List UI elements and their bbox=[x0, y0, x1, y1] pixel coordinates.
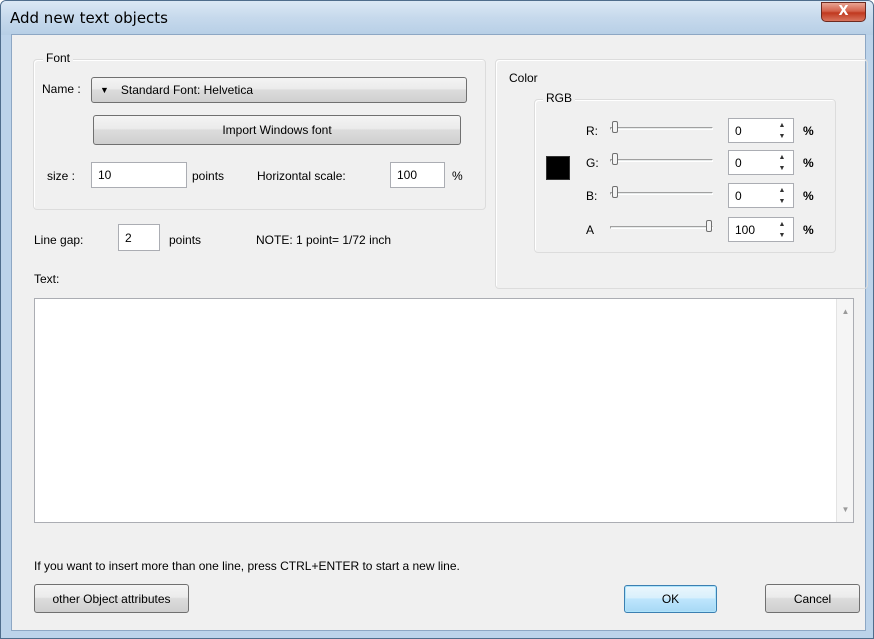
title-bar[interactable]: Add new text objects X bbox=[1, 1, 873, 35]
horizontal-scale-label: Horizontal scale: bbox=[257, 169, 346, 183]
channel-r-input[interactable]: 0 ▲ ▼ bbox=[728, 118, 794, 143]
spin-down-icon[interactable]: ▼ bbox=[774, 163, 790, 174]
channel-b-value: 0 bbox=[735, 188, 742, 203]
channel-r-label: R: bbox=[586, 124, 598, 138]
scroll-up-icon[interactable]: ▲ bbox=[837, 307, 854, 316]
channel-a-value: 100 bbox=[735, 222, 756, 237]
dialog-content: Font Name : ▼ Standard Font: Helvetica I… bbox=[11, 34, 868, 631]
ok-button[interactable]: OK bbox=[624, 585, 717, 613]
point-note: NOTE: 1 point= 1/72 inch bbox=[256, 233, 392, 247]
text-label: Text: bbox=[34, 272, 60, 286]
size-unit-label: points bbox=[192, 169, 225, 183]
text-area-scrollbar[interactable]: ▲ ▼ bbox=[836, 299, 853, 522]
spin-down-icon[interactable]: ▼ bbox=[774, 230, 790, 241]
spin-down-icon[interactable]: ▼ bbox=[774, 196, 790, 207]
channel-g-slider-thumb[interactable] bbox=[612, 153, 618, 165]
dropdown-arrow-icon: ▼ bbox=[100, 85, 109, 95]
channel-b-slider-track[interactable] bbox=[610, 192, 713, 195]
font-name-dropdown[interactable]: ▼ Standard Font: Helvetica bbox=[91, 77, 467, 103]
cancel-button[interactable]: Cancel bbox=[765, 584, 860, 613]
scroll-down-icon[interactable]: ▼ bbox=[837, 505, 854, 514]
channel-r-slider-thumb[interactable] bbox=[612, 121, 618, 133]
channel-g-slider-track[interactable] bbox=[610, 159, 713, 162]
other-object-attributes-button[interactable]: other Object attributes bbox=[34, 584, 189, 613]
channel-b-slider-thumb[interactable] bbox=[612, 186, 618, 198]
size-input[interactable]: 10 bbox=[91, 162, 187, 188]
font-group-label: Font bbox=[43, 51, 74, 65]
multiline-hint: If you want to insert more than one line… bbox=[34, 559, 460, 573]
line-gap-label: Line gap: bbox=[34, 233, 84, 247]
horizontal-scale-input[interactable]: 100 bbox=[390, 162, 445, 188]
channel-r-unit: % bbox=[803, 124, 814, 138]
font-name-label: Name : bbox=[42, 82, 81, 96]
spin-down-icon[interactable]: ▼ bbox=[774, 131, 790, 142]
size-label: size : bbox=[47, 169, 76, 183]
close-button[interactable]: X bbox=[821, 2, 866, 22]
channel-g-input[interactable]: 0 ▲ ▼ bbox=[728, 150, 794, 175]
channel-a-unit: % bbox=[803, 223, 814, 237]
spin-up-icon[interactable]: ▲ bbox=[774, 120, 790, 131]
line-gap-input[interactable]: 2 bbox=[118, 224, 160, 251]
dialog-window: Add new text objects X Font Name : ▼ Sta… bbox=[0, 0, 874, 639]
channel-a-slider-track[interactable] bbox=[610, 226, 713, 229]
spin-up-icon[interactable]: ▲ bbox=[774, 185, 790, 196]
channel-b-label: B: bbox=[586, 189, 598, 203]
spin-up-icon[interactable]: ▲ bbox=[774, 152, 790, 163]
channel-g-value: 0 bbox=[735, 155, 742, 170]
window-title: Add new text objects bbox=[10, 9, 168, 27]
color-swatch bbox=[546, 156, 570, 180]
channel-r-slider-track[interactable] bbox=[610, 127, 713, 130]
text-input-area[interactable]: ▲ ▼ bbox=[34, 298, 854, 523]
channel-g-label: G: bbox=[586, 156, 599, 170]
channel-a-input[interactable]: 100 ▲ ▼ bbox=[728, 217, 794, 242]
channel-a-slider-thumb[interactable] bbox=[706, 220, 712, 232]
horizontal-scale-unit: % bbox=[452, 169, 463, 183]
color-group-label: Color bbox=[506, 71, 541, 85]
line-gap-unit: points bbox=[169, 233, 202, 247]
channel-a-label: A bbox=[586, 223, 595, 237]
rgb-group-label: RGB bbox=[543, 91, 576, 105]
spin-up-icon[interactable]: ▲ bbox=[774, 219, 790, 230]
channel-b-unit: % bbox=[803, 189, 814, 203]
import-windows-font-button[interactable]: Import Windows font bbox=[93, 115, 461, 145]
close-icon: X bbox=[838, 4, 849, 19]
channel-g-unit: % bbox=[803, 156, 814, 170]
channel-r-value: 0 bbox=[735, 123, 742, 138]
font-name-value: Standard Font: Helvetica bbox=[120, 83, 253, 97]
channel-b-input[interactable]: 0 ▲ ▼ bbox=[728, 183, 794, 208]
